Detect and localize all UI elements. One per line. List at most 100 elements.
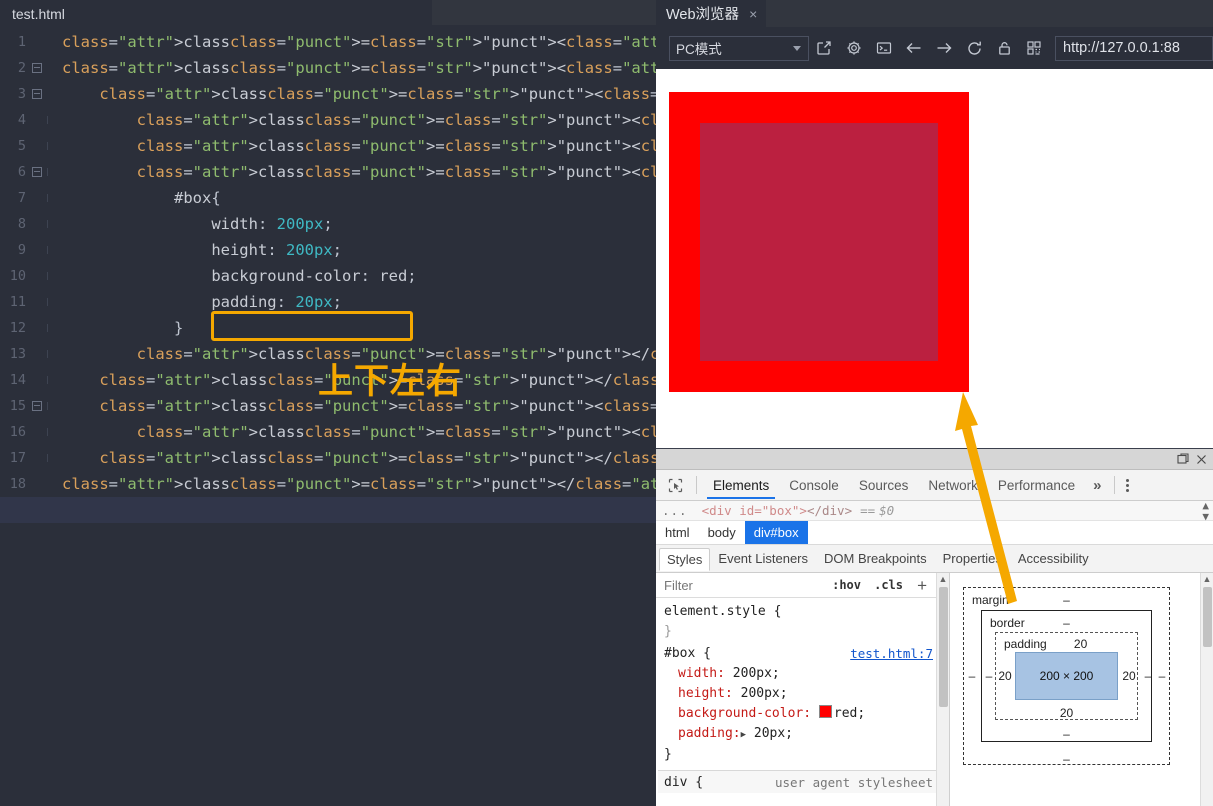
devtools-tab-performance[interactable]: Performance — [988, 473, 1085, 498]
dom-tree-row[interactable]: ... <div id="box"> </div> == $0 ▲ ▼ — [656, 500, 1213, 522]
css-value[interactable]: 20px; — [754, 726, 793, 741]
devtools-subtab-properties[interactable]: Properties — [935, 547, 1010, 570]
box-model-border[interactable]: border – – – – padding 20 20 20 20 200 ×… — [981, 610, 1152, 742]
gear-icon[interactable] — [839, 33, 869, 63]
url-input[interactable]: http://127.0.0.1:88 — [1055, 35, 1213, 61]
css-selector[interactable]: div { — [664, 775, 703, 790]
popout-icon[interactable] — [809, 33, 839, 63]
hov-toggle[interactable]: :hov — [832, 578, 861, 592]
code-line-text: height: 200px; — [211, 241, 342, 259]
box-model-padding-right[interactable]: 20 — [1122, 669, 1135, 683]
css-value[interactable]: 200px; — [741, 686, 788, 701]
code-fold-icon[interactable] — [30, 166, 44, 178]
code-fold-icon[interactable] — [30, 400, 44, 412]
css-rule-header: #box { test.html:7 — [664, 644, 943, 664]
breadcrumb-item[interactable]: body — [699, 521, 745, 544]
box-model-margin-bottom[interactable]: – — [1063, 752, 1070, 766]
color-swatch[interactable] — [818, 705, 832, 718]
console-icon[interactable] — [869, 33, 899, 63]
forward-arrow-icon[interactable] — [929, 33, 959, 63]
close-icon[interactable]: × — [749, 6, 757, 22]
css-source-link[interactable]: test.html:7 — [850, 644, 943, 664]
box-model-border-right[interactable]: – — [1145, 669, 1152, 683]
scrollbar-thumb[interactable] — [939, 587, 948, 707]
code-line[interactable]: 4 class="attr">classclass="punct">=class… — [0, 107, 656, 133]
box-model-margin-right[interactable]: – — [1159, 669, 1166, 683]
css-rules-list: element.style {} #box { test.html:7 width: … — [656, 598, 949, 793]
scrollbar-thumb-2[interactable] — [1203, 587, 1212, 647]
css-rule[interactable]: div {user agent stylesheet — [658, 770, 949, 793]
code-line[interactable]: 7 #box{ — [0, 185, 656, 211]
qrcode-icon[interactable] — [1019, 33, 1049, 63]
reload-icon[interactable] — [959, 33, 989, 63]
box-model-margin-top[interactable]: – — [1063, 593, 1070, 607]
code-line[interactable]: 3 class="attr">classclass="punct">=class… — [0, 81, 656, 107]
box-model-margin[interactable]: margin – – – – border – – – – padding 20… — [963, 587, 1170, 766]
box-model-padding[interactable]: padding 20 20 20 20 200 × 200 — [995, 632, 1138, 720]
code-line[interactable]: 18 class="attr">classclass="punct">=class… — [0, 471, 656, 497]
browser-tab-web[interactable]: Web浏览器 × — [656, 0, 767, 27]
scroll-up-arrow[interactable]: ▲ — [937, 573, 949, 586]
box-model-padding-top[interactable]: 20 — [1074, 637, 1087, 651]
devtools-subtab-event-listeners[interactable]: Event Listeners — [710, 547, 816, 570]
devtools-subtab-accessibility[interactable]: Accessibility — [1010, 547, 1097, 570]
devtools-menu-icon[interactable] — [1119, 478, 1137, 492]
editor-tab-test-html[interactable]: test.html — [0, 0, 112, 25]
code-fold-icon[interactable] — [30, 62, 44, 74]
devtools-subtab-styles[interactable]: Styles — [659, 547, 711, 571]
code-line[interactable]: 11 padding: 20px; — [0, 289, 656, 315]
page-viewport — [656, 69, 1213, 448]
cls-toggle[interactable]: .cls — [874, 578, 903, 592]
css-rule[interactable]: #box { test.html:7 width: 200px; height: 20… — [658, 644, 949, 767]
css-rule[interactable]: element.style {} — [658, 602, 949, 644]
inspect-element-icon[interactable] — [660, 472, 690, 498]
devtools-subtab-dom-breakpoints[interactable]: DOM Breakpoints — [816, 547, 935, 570]
code-fold-icon[interactable] — [30, 88, 44, 100]
code-line[interactable]: 6 class="attr">classclass="punct">=class… — [0, 159, 656, 185]
box-model-padding-bottom[interactable]: 20 — [1060, 706, 1073, 720]
box-model-padding-left[interactable]: 20 — [998, 669, 1011, 683]
css-selector[interactable]: #box { — [664, 646, 711, 661]
code-line[interactable]: 16 class="attr">classclass="punct">=clas… — [0, 419, 656, 445]
code-line[interactable]: 2 class="attr">classclass="punct">=class=… — [0, 55, 656, 81]
code-line[interactable]: 1 class="attr">classclass="punct">=class=… — [0, 29, 656, 55]
code-line[interactable]: 9 height: 200px; — [0, 237, 656, 263]
css-selector[interactable]: element.style { — [664, 604, 781, 619]
devtools-tab-elements[interactable]: Elements — [703, 473, 779, 499]
close-icon[interactable] — [1196, 454, 1207, 465]
box-model-margin-left[interactable]: – — [969, 669, 976, 683]
box-model-border-top[interactable]: – — [1063, 616, 1070, 630]
devtools-tab-network[interactable]: Network — [918, 473, 988, 498]
code-line[interactable]: 17 class="attr">classclass="punct">=clas… — [0, 445, 656, 471]
breadcrumb-item[interactable]: div#box — [744, 521, 808, 544]
css-value[interactable]: 200px; — [733, 666, 780, 681]
css-value[interactable]: red; — [834, 706, 865, 721]
css-declaration[interactable]: background-color: red; — [664, 704, 943, 724]
devtools-tab-sources[interactable]: Sources — [849, 473, 919, 498]
code-line[interactable]: 8 width: 200px; — [0, 211, 656, 237]
dom-row-resize-handle[interactable]: ▲ ▼ — [1202, 500, 1209, 522]
styles-scrollbar[interactable]: ▲ — [936, 573, 949, 806]
code-line[interactable]: 12 } — [0, 315, 656, 341]
back-arrow-icon[interactable] — [899, 33, 929, 63]
add-style-rule-button[interactable]: + — [917, 577, 927, 594]
box-model-border-left[interactable]: – — [986, 669, 993, 683]
more-tabs-icon[interactable]: » — [1085, 477, 1109, 494]
code-line[interactable]: 5 class="attr">classclass="punct">=class… — [0, 133, 656, 159]
css-declaration[interactable]: padding:▶ 20px; — [664, 724, 943, 745]
devtools-tab-console[interactable]: Console — [779, 473, 849, 498]
lock-icon[interactable] — [989, 33, 1019, 63]
box-model-scrollbar[interactable]: ▲ — [1200, 573, 1213, 806]
filter-input[interactable]: Filter — [664, 578, 693, 593]
box-model-content-size[interactable]: 200 × 200 — [1015, 652, 1118, 700]
code-line[interactable]: 10 background-color: red; — [0, 263, 656, 289]
breadcrumb-item[interactable]: html — [656, 521, 699, 544]
scroll-up-arrow-2[interactable]: ▲ — [1201, 573, 1213, 586]
rendered-box-element[interactable] — [669, 92, 969, 392]
device-mode-select[interactable]: PC模式 — [669, 35, 809, 61]
css-declaration[interactable]: width: 200px; — [664, 664, 943, 684]
box-model-border-bottom[interactable]: – — [1063, 727, 1070, 741]
dock-icon[interactable] — [1177, 453, 1189, 465]
css-declaration[interactable]: height: 200px; — [664, 684, 943, 704]
code-text-area[interactable]: 1 class="attr">classclass="punct">=class=… — [0, 25, 656, 806]
